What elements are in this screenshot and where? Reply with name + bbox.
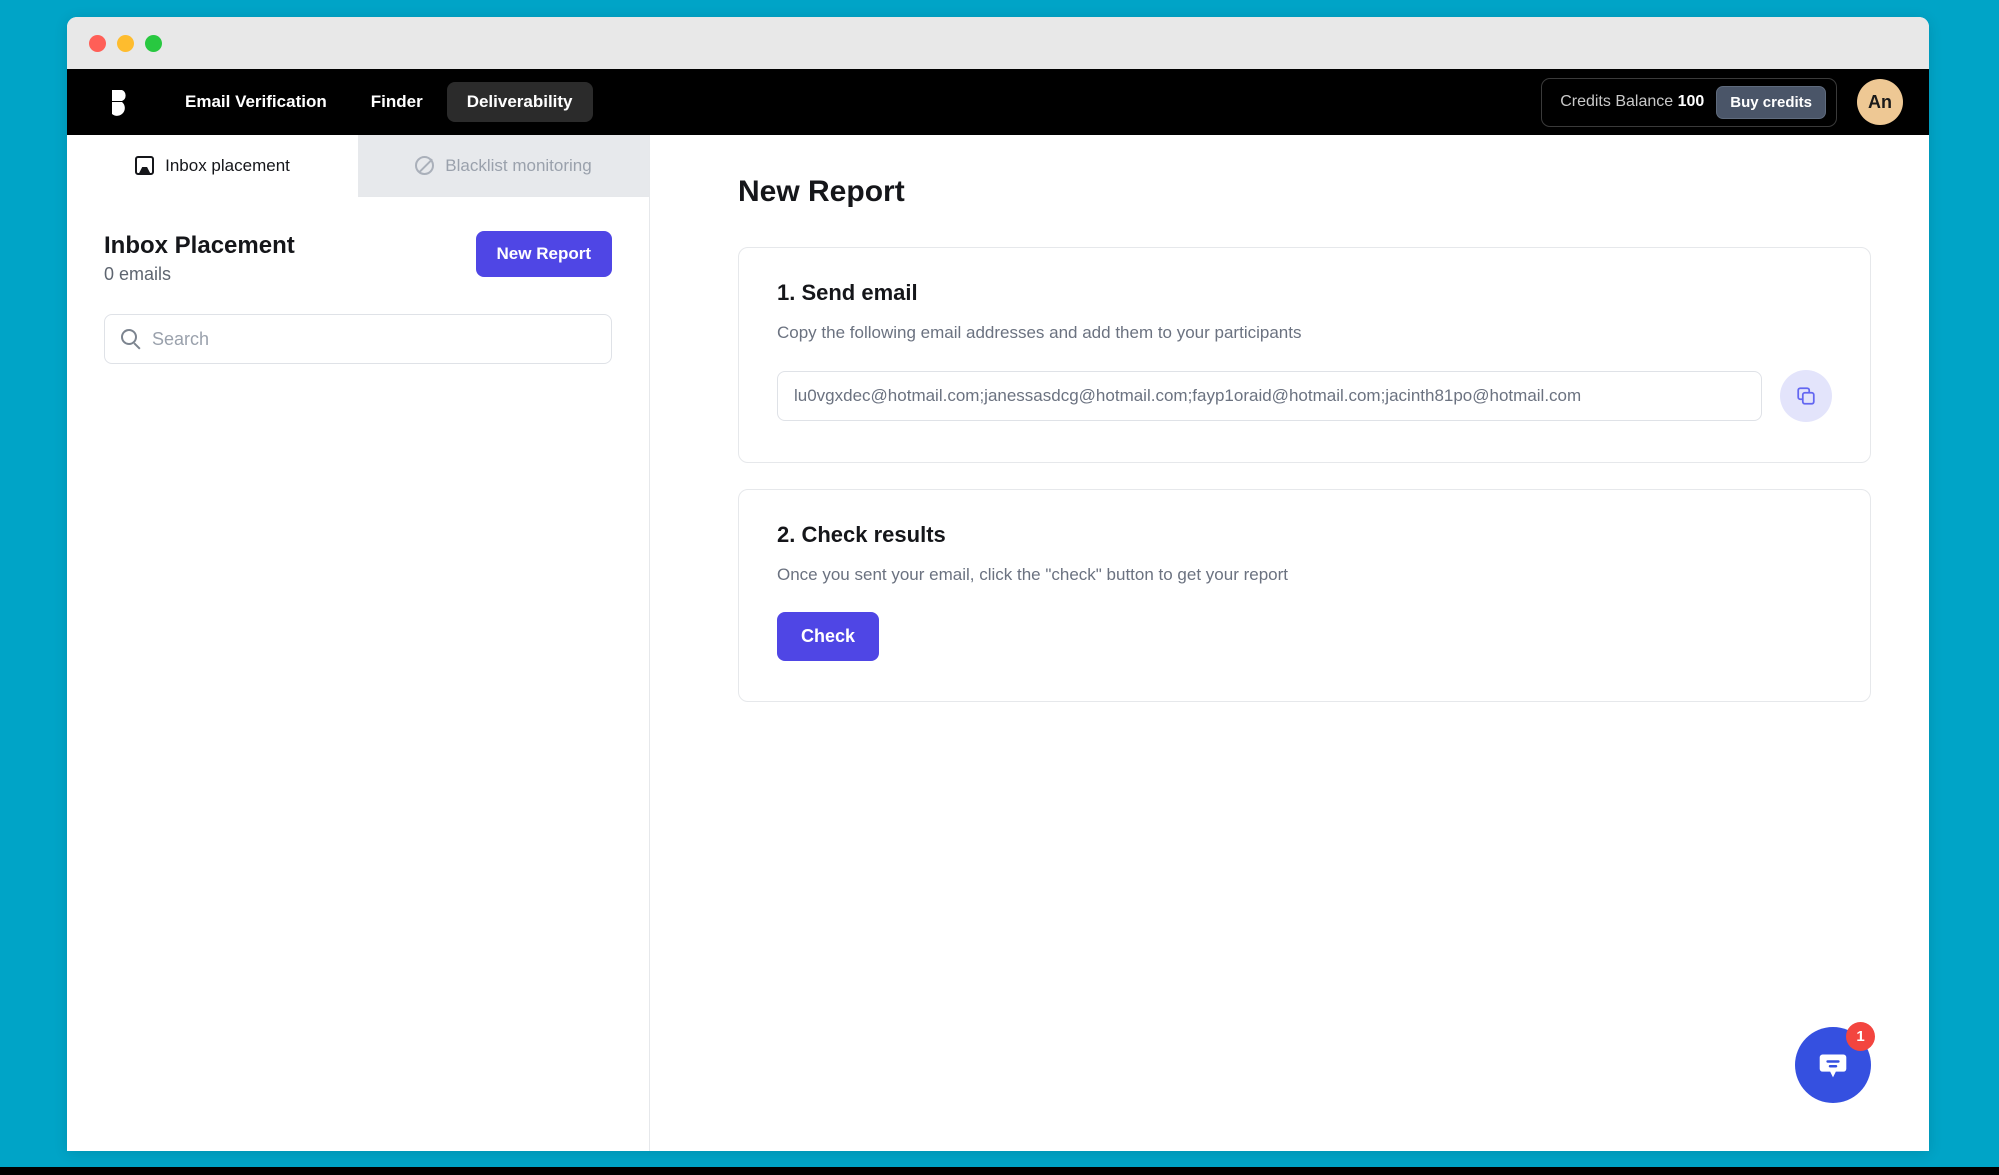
browser-window: Email Verification Finder Deliverability…: [67, 17, 1929, 1151]
desktop-background: Email Verification Finder Deliverability…: [0, 0, 1999, 1175]
main-nav: Email Verification Finder Deliverability: [165, 82, 593, 122]
screen-bottom-strip: [0, 1167, 1999, 1175]
email-addresses-input[interactable]: [777, 371, 1762, 421]
chat-widget: 1: [1795, 1022, 1875, 1103]
page-title: New Report: [738, 175, 905, 208]
search-icon: [121, 329, 137, 345]
send-email-title: 1. Send email: [777, 280, 918, 305]
credits-balance-text: Credits Balance: [1560, 93, 1674, 110]
send-email-card: 1. Send email Copy the following email a…: [738, 247, 1871, 463]
sidebar-heading-group: Inbox Placement 0 emails: [104, 231, 295, 285]
check-results-description: Once you sent your email, click the "che…: [777, 565, 1288, 584]
window-titlebar: [67, 17, 1929, 69]
tab-inbox-placement[interactable]: Inbox placement: [67, 135, 358, 197]
credits-balance-value: 100: [1677, 93, 1705, 110]
check-button[interactable]: Check: [777, 612, 880, 661]
app-body: Inbox placement Blacklist monitoring Inb…: [67, 135, 1929, 1151]
nav-item-email-verification[interactable]: Email Verification: [165, 82, 347, 122]
sidebar-email-count: 0 emails: [104, 264, 172, 284]
sidebar-content: Inbox Placement 0 emails New Report: [67, 197, 649, 364]
copy-emails-button[interactable]: [1780, 370, 1832, 422]
chat-unread-badge: 1: [1846, 1022, 1875, 1051]
send-email-description: Copy the following email addresses and a…: [777, 323, 1302, 342]
credits-balance-box: Credits Balance 100 Buy credits: [1541, 77, 1837, 127]
new-report-button[interactable]: New Report: [475, 231, 612, 277]
chat-bubble-icon: [1819, 1054, 1847, 1078]
tab-blacklist-monitoring-label: Blacklist monitoring: [445, 155, 592, 175]
close-window-button[interactable]: [89, 34, 106, 52]
minimize-window-button[interactable]: [117, 34, 134, 52]
nav-item-finder[interactable]: Finder: [351, 82, 443, 122]
maximize-window-button[interactable]: [145, 34, 162, 52]
search-input[interactable]: [104, 314, 612, 364]
tab-inbox-placement-label: Inbox placement: [165, 155, 290, 175]
check-results-card: 2. Check results Once you sent your emai…: [738, 489, 1871, 702]
copy-icon: [1797, 387, 1815, 405]
credits-balance-label: Credits Balance 100: [1560, 93, 1704, 111]
app-header: Email Verification Finder Deliverability…: [67, 69, 1929, 135]
user-avatar[interactable]: An: [1857, 79, 1903, 125]
sidebar: Inbox placement Blacklist monitoring Inb…: [67, 135, 650, 1151]
main-content: New Report 1. Send email Copy the follow…: [650, 135, 1929, 1151]
sidebar-tabs: Inbox placement Blacklist monitoring: [67, 135, 649, 197]
header-right-group: Credits Balance 100 Buy credits An: [1541, 77, 1903, 127]
sidebar-title: Inbox Placement: [104, 232, 295, 259]
tab-blacklist-monitoring[interactable]: Blacklist monitoring: [358, 135, 649, 197]
search-field-wrapper: [104, 314, 612, 364]
check-results-title: 2. Check results: [777, 522, 946, 547]
nav-item-deliverability[interactable]: Deliverability: [446, 82, 593, 122]
email-addresses-row: [777, 370, 1832, 422]
bouncer-logo-icon[interactable]: [103, 85, 137, 119]
sidebar-header-row: Inbox Placement 0 emails New Report: [104, 231, 612, 285]
buy-credits-button[interactable]: Buy credits: [1716, 85, 1826, 119]
ban-icon: [415, 156, 435, 175]
inbox-icon: [135, 156, 155, 175]
